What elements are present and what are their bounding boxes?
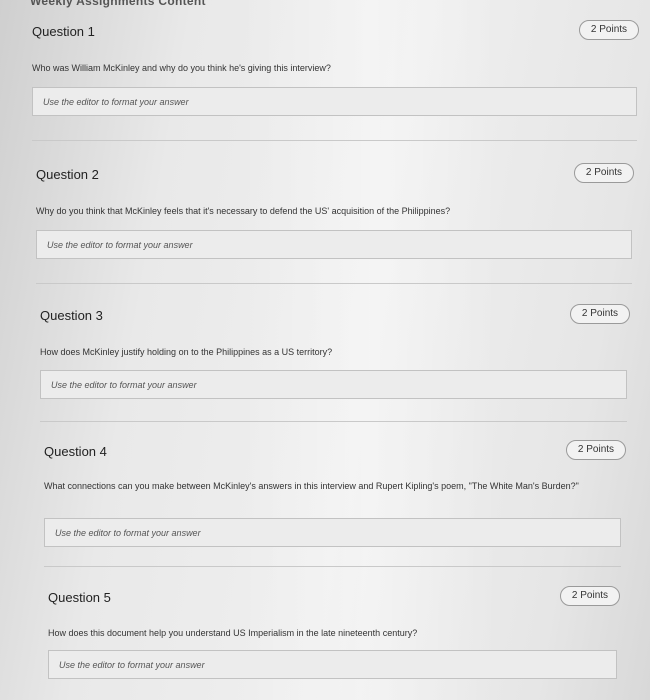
points-badge: 2 Points (574, 163, 634, 183)
question-title: Question 1 (32, 24, 95, 39)
question-title: Question 4 (44, 444, 107, 459)
question-prompt: Who was William McKinley and why do you … (32, 63, 331, 73)
assignment-page: Weekly Assignments Content Question 1 2 … (0, 0, 650, 700)
question-5: Question 5 2 Points How does this docume… (48, 586, 620, 700)
section-divider (32, 140, 637, 141)
question-1: Question 1 2 Points Who was William McKi… (32, 20, 639, 152)
points-badge: 2 Points (579, 20, 639, 40)
answer-editor[interactable]: Use the editor to format your answer (44, 518, 621, 547)
points-badge: 2 Points (570, 304, 630, 324)
answer-editor[interactable]: Use the editor to format your answer (48, 650, 617, 679)
question-title: Question 3 (40, 308, 103, 323)
question-prompt: What connections can you make between Mc… (44, 481, 579, 491)
answer-editor[interactable]: Use the editor to format your answer (40, 370, 627, 399)
question-4: Question 4 2 Points What connections can… (44, 440, 626, 572)
answer-editor[interactable]: Use the editor to format your answer (36, 230, 632, 259)
question-title: Question 2 (36, 167, 99, 182)
section-divider (40, 421, 627, 422)
question-3: Question 3 2 Points How does McKinley ju… (40, 304, 630, 436)
question-prompt: Why do you think that McKinley feels tha… (36, 206, 451, 216)
points-badge: 2 Points (560, 586, 620, 606)
page-header-cut: Weekly Assignments Content (30, 0, 206, 8)
question-prompt: How does McKinley justify holding on to … (40, 347, 333, 357)
question-2: Question 2 2 Points Why do you think tha… (36, 163, 634, 295)
points-badge: 2 Points (566, 440, 626, 460)
question-title: Question 5 (48, 590, 111, 605)
section-divider (36, 283, 632, 284)
answer-editor[interactable]: Use the editor to format your answer (32, 87, 637, 116)
section-divider (44, 566, 621, 567)
question-prompt: How does this document help you understa… (48, 628, 418, 638)
